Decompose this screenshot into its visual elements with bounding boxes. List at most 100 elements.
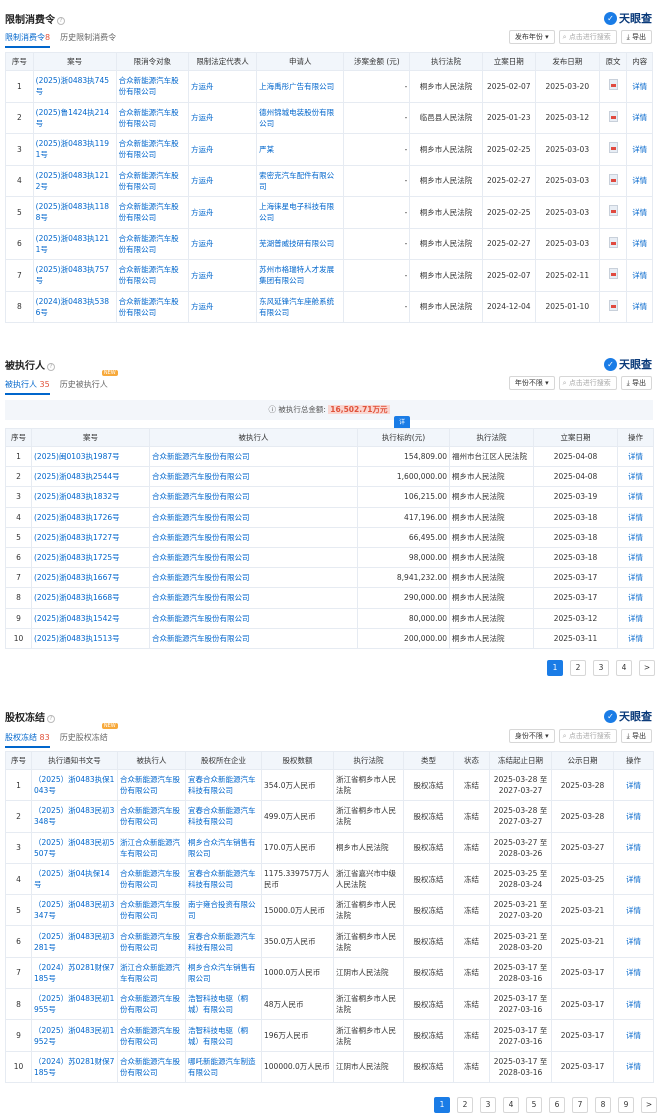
export-button[interactable]: ⤓ 导出 [620,376,652,390]
pdf-icon[interactable] [608,268,618,280]
detail-link[interactable]: 详情 [626,259,653,292]
case-number-link[interactable]: (2025)浙0483执1725号 [31,546,150,569]
info-icon[interactable]: ? [47,715,55,723]
debtor-link[interactable]: 合众新能源汽车股份有限公司 [149,587,358,609]
export-button[interactable]: ⤓ 导出 [620,729,652,743]
detail-link[interactable]: 详情 [613,956,654,990]
pdf-icon[interactable] [608,142,618,154]
pdf-icon[interactable] [608,236,618,248]
debtor-link[interactable]: 合众新能源汽车股份有限公司 [149,445,358,468]
notice-number-link[interactable]: （2025）浙04执保14号 [31,862,118,896]
page-3-button[interactable]: 3 [593,660,609,676]
frozen-party-link[interactable]: 合众新能源汽车股份有限公司 [117,1050,186,1083]
equity-company-link[interactable]: 浩智科技电驱（桐城）有限公司 [185,988,262,1021]
detail-link[interactable]: 详情 [613,1019,654,1052]
case-number-link[interactable]: (2025)浙0483执1211号 [32,227,117,260]
next-page-button[interactable]: > [641,1097,657,1113]
tab-equity-freeze[interactable]: 股权冻结 83 [5,732,50,748]
case-number-link[interactable]: (2025)浙0483执1212号 [32,164,117,197]
page-6-button[interactable]: 6 [549,1097,565,1113]
detail-link[interactable]: 详情 [617,607,654,629]
pdf-icon[interactable] [608,299,618,311]
legal-representative-link[interactable]: 方运舟 [188,290,258,323]
search-input[interactable]: ⌕ 点击进行搜索 [558,30,617,44]
notice-number-link[interactable]: （2025）浙0483民初1955号 [31,988,118,1021]
equity-company-link[interactable]: 宜春合众新能源汽车科技有限公司 [185,925,262,958]
detail-link[interactable]: 详情 [613,862,654,896]
case-number-link[interactable]: (2025)闽0103执1987号 [31,445,150,468]
notice-number-link[interactable]: （2024）苏0281财保7185号 [31,1050,118,1083]
frozen-party-link[interactable]: 合众新能源汽车股份有限公司 [117,862,186,896]
detail-link[interactable]: 详情 [613,894,654,927]
legal-representative-link[interactable]: 方运舟 [188,259,258,292]
restricted-party-link[interactable]: 合众新能源汽车股份有限公司 [115,70,190,103]
frozen-party-link[interactable]: 合众新能源汽车股份有限公司 [117,800,186,833]
detail-link[interactable]: 详情 [626,101,653,134]
notice-number-link[interactable]: （2025）浙0483执保1043号 [31,768,118,802]
restricted-party-link[interactable]: 合众新能源汽车股份有限公司 [115,101,190,134]
case-number-link[interactable]: (2025)浙0483执1513号 [31,627,150,649]
legal-representative-link[interactable]: 方运舟 [188,70,258,103]
equity-company-link[interactable]: 浩智科技电驱（桐城）有限公司 [185,1019,262,1052]
case-number-link[interactable]: (2025)鲁1424执214号 [32,101,117,134]
frozen-party-link[interactable]: 合众新能源汽车股份有限公司 [117,988,186,1021]
restricted-party-link[interactable]: 合众新能源汽车股份有限公司 [115,259,190,292]
frozen-party-link[interactable]: 合众新能源汽车股份有限公司 [117,1019,186,1052]
detail-link[interactable]: 详情 [617,506,654,528]
info-icon[interactable]: ? [47,363,55,371]
equity-company-link[interactable]: 宜春合众新能源汽车科技有限公司 [185,800,262,833]
case-number-link[interactable]: (2025)浙0483执1667号 [31,567,150,589]
detail-link[interactable]: 详情 [617,546,654,569]
detail-link[interactable]: 详情 [626,290,653,323]
legal-representative-link[interactable]: 方运舟 [188,196,258,229]
detail-link[interactable]: 详情 [613,988,654,1021]
page-3-button[interactable]: 3 [480,1097,496,1113]
page-1-button[interactable]: 1 [547,660,563,676]
restricted-party-link[interactable]: 合众新能源汽车股份有限公司 [115,164,190,197]
equity-company-link[interactable]: 南宁雍合投资有限公司 [185,894,262,927]
applicant-link[interactable]: 索密克汽车配件有限公司 [256,164,345,197]
restricted-party-link[interactable]: 合众新能源汽车股份有限公司 [115,133,190,166]
tab-restriction-orders[interactable]: 限制消费令8 [5,32,51,48]
applicant-link[interactable]: 上海禹彤广告有限公司 [256,70,345,103]
legal-representative-link[interactable]: 方运舟 [188,227,258,260]
page-9-button[interactable]: 9 [618,1097,634,1113]
detail-link[interactable]: 详情 [613,1050,654,1083]
debtor-link[interactable]: 合众新能源汽车股份有限公司 [149,486,358,508]
equity-company-link[interactable]: 宜春合众新能源汽车科技有限公司 [185,862,262,896]
applicant-link[interactable]: 严某 [256,133,345,166]
case-number-link[interactable]: (2025)浙0483执2544号 [31,466,150,488]
page-2-button[interactable]: 2 [457,1097,473,1113]
detail-link[interactable]: 详情 [626,70,653,103]
detail-link[interactable]: 详情 [617,526,654,548]
tab-history-equity-freeze[interactable]: 历史股权冻结 NEW [60,723,118,748]
page-8-button[interactable]: 8 [595,1097,611,1113]
detail-link[interactable]: 详情 [617,466,654,488]
detail-link[interactable]: 详情 [613,925,654,958]
frozen-party-link[interactable]: 浙江合众新能源汽车有限公司 [117,831,186,864]
case-number-link[interactable]: (2025)浙0483执1832号 [31,486,150,508]
detail-link[interactable]: 详情 [626,164,653,197]
debtor-link[interactable]: 合众新能源汽车股份有限公司 [149,546,358,569]
equity-company-link[interactable]: 哪吒新能源汽车制造有限公司 [185,1050,262,1083]
frozen-party-link[interactable]: 浙江合众新能源汽车有限公司 [117,956,186,990]
identity-filter-dropdown[interactable]: 身份不限 ▾ [508,729,555,743]
applicant-link[interactable]: 东风延锋汽车座舱系统有限公司 [256,290,345,323]
info-icon[interactable]: ? [57,17,65,25]
tab-judgment-debtor[interactable]: 被执行人 35 [5,379,50,395]
page-4-button[interactable]: 4 [503,1097,519,1113]
detail-link[interactable]: 详情 [613,768,654,802]
equity-company-link[interactable]: 桐乡合众汽车销售有限公司 [185,831,262,864]
case-number-link[interactable]: (2025)浙0483执745号 [32,70,117,103]
next-page-button[interactable]: > [639,660,655,676]
frozen-party-link[interactable]: 合众新能源汽车股份有限公司 [117,925,186,958]
year-filter-dropdown[interactable]: 年份不限 ▾ [508,376,555,390]
restricted-party-link[interactable]: 合众新能源汽车股份有限公司 [115,227,190,260]
detail-link[interactable]: 详情 [617,567,654,589]
applicant-link[interactable]: 上海徕星电子科技有限公司 [256,196,345,229]
pdf-icon[interactable] [608,110,618,122]
debtor-link[interactable]: 合众新能源汽车股份有限公司 [149,627,358,649]
notice-number-link[interactable]: （2025）浙0483民初1952号 [31,1019,118,1052]
page-2-button[interactable]: 2 [570,660,586,676]
case-number-link[interactable]: (2025)浙0483执1668号 [31,587,150,609]
